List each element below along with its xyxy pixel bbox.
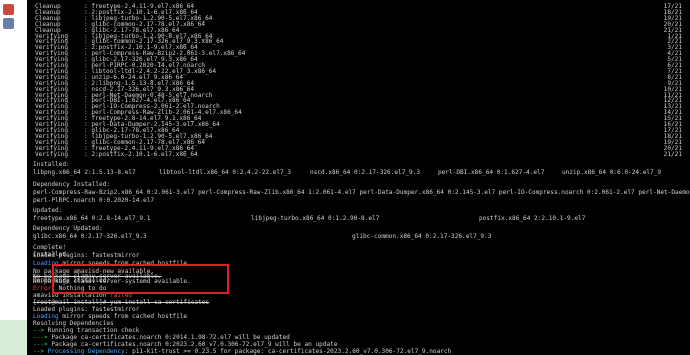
installed-item: perl-DBI.x86_64 0:1.627-4.el7 <box>438 169 545 176</box>
dep-updated-item: glibc-common.x86_64 0:2.17-326.el7_9.3 <box>352 233 492 240</box>
processing-dependency-1: --> Processing Dependency: p11-kit-trust… <box>33 347 451 355</box>
installed-item: libpng.x86_64 2:1.5.13-8.el7 <box>33 169 136 176</box>
background-window-strip <box>0 0 27 355</box>
row-count: 21/21 <box>663 150 682 158</box>
highlight-box <box>52 264 229 294</box>
installed-item: nscd.x86_64 0:2.17-326.el7_9.3 <box>310 169 421 176</box>
updated-item: freetype.x86_64 0:2.8-14.el7_9.1 <box>33 215 151 222</box>
dep-installed-line: perl-PlRPC.noarch 0:0.2020-14.el7 <box>33 197 155 204</box>
terminal-window[interactable]: Cleanup: freetype-2.4.11-9.el7.x86_64 17/… <box>27 0 690 355</box>
processing-word: Processing Dependency <box>44 348 125 355</box>
dep-updated-item: glibc.x86_64 0:2.17-326.el7_9.3 <box>33 233 147 240</box>
app-icon <box>3 18 14 29</box>
arrow: --> <box>33 348 45 355</box>
background-panel <box>0 320 27 355</box>
app-icon <box>3 4 14 15</box>
row-package: : 2:postfix-2.10.1-6.el7.x86_64 <box>84 150 198 158</box>
installed-item: unzip.x86_64 0:6.0-24.el7_9 <box>562 169 662 176</box>
updated-item: libjpeg-turbo.x86_64 0:1.2.90-8.el7 <box>251 215 380 222</box>
processing-text: : p11-kit-trust >= 0.23.5 for package: c… <box>124 348 452 355</box>
installed-item: libtool-ltdl.x86_64 0:2.4.2-22.el7_3 <box>159 169 292 176</box>
row-action: Verifying <box>35 150 69 158</box>
updated-item: postfix.x86_64 2:2.10.1-9.el7 <box>479 215 586 222</box>
